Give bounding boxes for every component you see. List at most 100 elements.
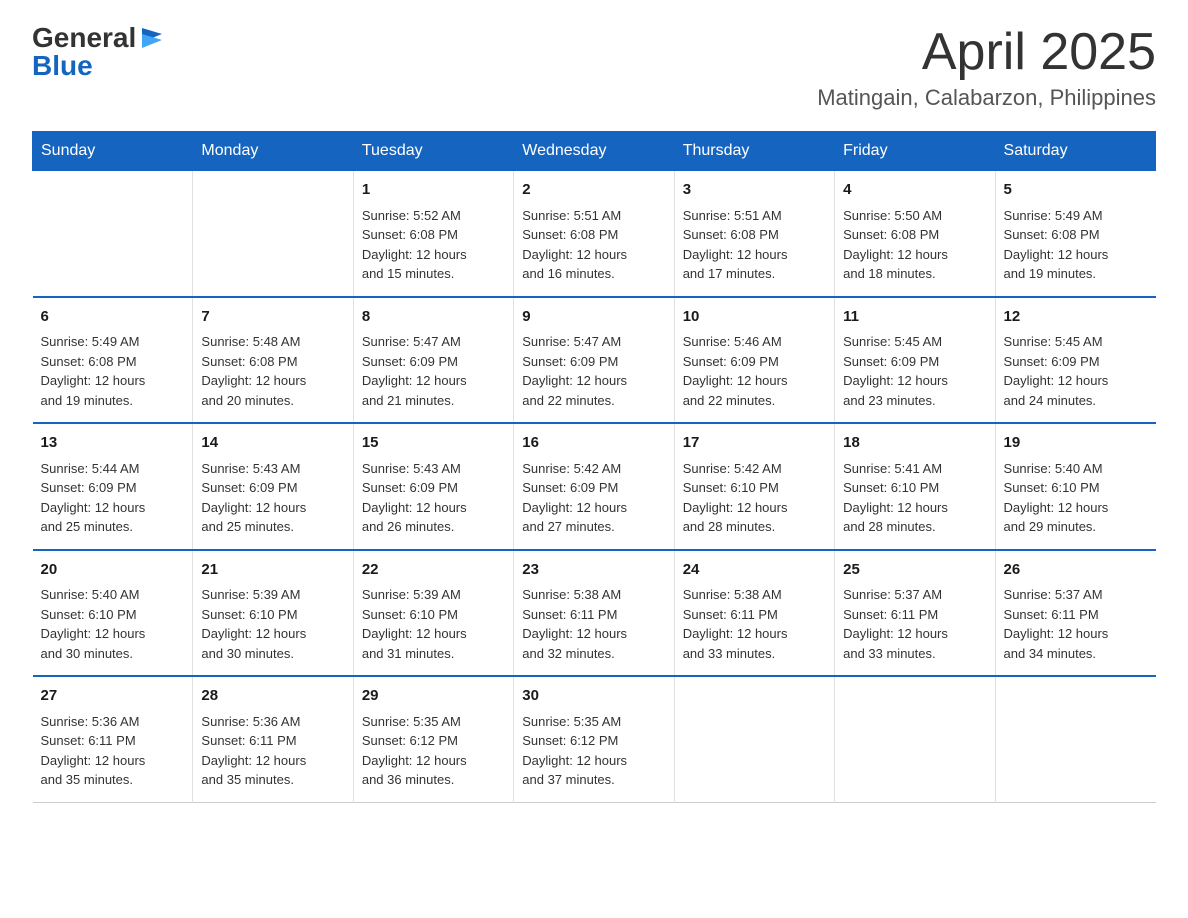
calendar-week-row: 1 Sunrise: 5:52 AM Sunset: 6:08 PM Daylig… bbox=[33, 171, 1156, 297]
day-number: 24 bbox=[683, 559, 826, 582]
calendar-day-cell: 1 Sunrise: 5:52 AM Sunset: 6:08 PM Daylig… bbox=[353, 171, 513, 297]
day-number: 15 bbox=[362, 432, 505, 455]
calendar-day-cell: 19 Sunrise: 5:40 AM Sunset: 6:10 PM Dayli… bbox=[995, 423, 1155, 550]
calendar-day-cell: 8 Sunrise: 5:47 AM Sunset: 6:09 PM Daylig… bbox=[353, 297, 513, 424]
calendar-day-cell: 20Sunrise: 5:40 AM Sunset: 6:10 PM Dayli… bbox=[33, 550, 193, 677]
calendar-body: 1 Sunrise: 5:52 AM Sunset: 6:08 PM Daylig… bbox=[33, 171, 1156, 803]
calendar-week-row: 13 Sunrise: 5:44 AM Sunset: 6:09 PM Dayli… bbox=[33, 423, 1156, 550]
title-block: April 2025 Matingain, Calabarzon, Philip… bbox=[817, 24, 1156, 111]
day-info: Sunrise: 5:46 AM Sunset: 6:09 PM Dayligh… bbox=[683, 332, 826, 410]
day-number: 23 bbox=[522, 559, 665, 582]
day-number: 1 bbox=[362, 179, 505, 202]
day-number: 26 bbox=[1004, 559, 1148, 582]
day-number: 6 bbox=[41, 306, 185, 329]
calendar-day-cell: 2 Sunrise: 5:51 AM Sunset: 6:08 PM Daylig… bbox=[514, 171, 674, 297]
day-number: 12 bbox=[1004, 306, 1148, 329]
day-info: Sunrise: 5:49 AM Sunset: 6:08 PM Dayligh… bbox=[1004, 206, 1148, 284]
day-of-week-header: Sunday bbox=[33, 132, 193, 171]
calendar-week-row: 27 Sunrise: 5:36 AM Sunset: 6:11 PM Dayli… bbox=[33, 676, 1156, 802]
day-number: 5 bbox=[1004, 179, 1148, 202]
page-header: General Blue April 2025 Matingain, Calab… bbox=[32, 24, 1156, 111]
day-info: Sunrise: 5:50 AM Sunset: 6:08 PM Dayligh… bbox=[843, 206, 986, 284]
calendar-day-cell: 29 Sunrise: 5:35 AM Sunset: 6:12 PM Dayli… bbox=[353, 676, 513, 802]
day-info: Sunrise: 5:43 AM Sunset: 6:09 PM Dayligh… bbox=[201, 459, 344, 537]
calendar-day-cell: 13 Sunrise: 5:44 AM Sunset: 6:09 PM Dayli… bbox=[33, 423, 193, 550]
calendar-day-cell: 30 Sunrise: 5:35 AM Sunset: 6:12 PM Dayli… bbox=[514, 676, 674, 802]
day-info: Sunrise: 5:51 AM Sunset: 6:08 PM Dayligh… bbox=[683, 206, 826, 284]
calendar-day-cell: 3Sunrise: 5:51 AM Sunset: 6:08 PM Daylig… bbox=[674, 171, 834, 297]
day-info: Sunrise: 5:35 AM Sunset: 6:12 PM Dayligh… bbox=[362, 712, 505, 790]
calendar-day-cell bbox=[995, 676, 1155, 802]
day-number: 10 bbox=[683, 306, 826, 329]
calendar-day-cell: 12 Sunrise: 5:45 AM Sunset: 6:09 PM Dayli… bbox=[995, 297, 1155, 424]
logo: General Blue bbox=[32, 24, 166, 80]
calendar-day-cell: 11Sunrise: 5:45 AM Sunset: 6:09 PM Dayli… bbox=[835, 297, 995, 424]
calendar-day-cell bbox=[835, 676, 995, 802]
day-info: Sunrise: 5:49 AM Sunset: 6:08 PM Dayligh… bbox=[41, 332, 185, 410]
day-number: 13 bbox=[41, 432, 185, 455]
calendar-day-cell: 9 Sunrise: 5:47 AM Sunset: 6:09 PM Daylig… bbox=[514, 297, 674, 424]
day-number: 25 bbox=[843, 559, 986, 582]
day-info: Sunrise: 5:47 AM Sunset: 6:09 PM Dayligh… bbox=[522, 332, 665, 410]
calendar-day-cell: 25 Sunrise: 5:37 AM Sunset: 6:11 PM Dayli… bbox=[835, 550, 995, 677]
day-info: Sunrise: 5:43 AM Sunset: 6:09 PM Dayligh… bbox=[362, 459, 505, 537]
day-number: 30 bbox=[522, 685, 665, 708]
location-title: Matingain, Calabarzon, Philippines bbox=[817, 85, 1156, 111]
day-info: Sunrise: 5:41 AM Sunset: 6:10 PM Dayligh… bbox=[843, 459, 986, 537]
calendar-week-row: 6 Sunrise: 5:49 AM Sunset: 6:08 PM Daylig… bbox=[33, 297, 1156, 424]
day-number: 11 bbox=[843, 306, 986, 329]
calendar-day-cell: 21 Sunrise: 5:39 AM Sunset: 6:10 PM Dayli… bbox=[193, 550, 353, 677]
calendar-day-cell: 17 Sunrise: 5:42 AM Sunset: 6:10 PM Dayli… bbox=[674, 423, 834, 550]
day-info: Sunrise: 5:39 AM Sunset: 6:10 PM Dayligh… bbox=[201, 585, 344, 663]
day-info: Sunrise: 5:36 AM Sunset: 6:11 PM Dayligh… bbox=[41, 712, 185, 790]
day-info: Sunrise: 5:52 AM Sunset: 6:08 PM Dayligh… bbox=[362, 206, 505, 284]
day-info: Sunrise: 5:38 AM Sunset: 6:11 PM Dayligh… bbox=[522, 585, 665, 663]
calendar-day-cell: 5 Sunrise: 5:49 AM Sunset: 6:08 PM Daylig… bbox=[995, 171, 1155, 297]
day-number: 19 bbox=[1004, 432, 1148, 455]
calendar-day-cell: 28Sunrise: 5:36 AM Sunset: 6:11 PM Dayli… bbox=[193, 676, 353, 802]
logo-blue-text: Blue bbox=[32, 52, 93, 80]
calendar-day-cell: 27 Sunrise: 5:36 AM Sunset: 6:11 PM Dayli… bbox=[33, 676, 193, 802]
calendar-day-cell: 26 Sunrise: 5:37 AM Sunset: 6:11 PM Dayli… bbox=[995, 550, 1155, 677]
day-info: Sunrise: 5:47 AM Sunset: 6:09 PM Dayligh… bbox=[362, 332, 505, 410]
day-info: Sunrise: 5:45 AM Sunset: 6:09 PM Dayligh… bbox=[1004, 332, 1148, 410]
calendar-day-cell: 4Sunrise: 5:50 AM Sunset: 6:08 PM Daylig… bbox=[835, 171, 995, 297]
day-number: 22 bbox=[362, 559, 505, 582]
calendar-day-cell: 6 Sunrise: 5:49 AM Sunset: 6:08 PM Daylig… bbox=[33, 297, 193, 424]
day-number: 9 bbox=[522, 306, 665, 329]
day-info: Sunrise: 5:40 AM Sunset: 6:10 PM Dayligh… bbox=[1004, 459, 1148, 537]
day-number: 7 bbox=[201, 306, 344, 329]
calendar-day-cell: 16Sunrise: 5:42 AM Sunset: 6:09 PM Dayli… bbox=[514, 423, 674, 550]
day-of-week-header: Wednesday bbox=[514, 132, 674, 171]
calendar-day-cell: 15 Sunrise: 5:43 AM Sunset: 6:09 PM Dayli… bbox=[353, 423, 513, 550]
day-number: 17 bbox=[683, 432, 826, 455]
day-number: 8 bbox=[362, 306, 505, 329]
day-info: Sunrise: 5:40 AM Sunset: 6:10 PM Dayligh… bbox=[41, 585, 185, 663]
day-info: Sunrise: 5:51 AM Sunset: 6:08 PM Dayligh… bbox=[522, 206, 665, 284]
day-number: 28 bbox=[201, 685, 344, 708]
calendar-header: SundayMondayTuesdayWednesdayThursdayFrid… bbox=[33, 132, 1156, 171]
day-info: Sunrise: 5:37 AM Sunset: 6:11 PM Dayligh… bbox=[1004, 585, 1148, 663]
day-number: 16 bbox=[522, 432, 665, 455]
day-number: 29 bbox=[362, 685, 505, 708]
day-of-week-header: Thursday bbox=[674, 132, 834, 171]
day-number: 18 bbox=[843, 432, 986, 455]
day-number: 2 bbox=[522, 179, 665, 202]
day-number: 21 bbox=[201, 559, 344, 582]
logo-flag-icon bbox=[138, 24, 166, 52]
calendar-day-cell: 18 Sunrise: 5:41 AM Sunset: 6:10 PM Dayli… bbox=[835, 423, 995, 550]
day-info: Sunrise: 5:42 AM Sunset: 6:10 PM Dayligh… bbox=[683, 459, 826, 537]
logo-general-text: General bbox=[32, 24, 136, 52]
day-info: Sunrise: 5:35 AM Sunset: 6:12 PM Dayligh… bbox=[522, 712, 665, 790]
day-number: 27 bbox=[41, 685, 185, 708]
calendar-week-row: 20Sunrise: 5:40 AM Sunset: 6:10 PM Dayli… bbox=[33, 550, 1156, 677]
day-number: 14 bbox=[201, 432, 344, 455]
day-info: Sunrise: 5:37 AM Sunset: 6:11 PM Dayligh… bbox=[843, 585, 986, 663]
month-title: April 2025 bbox=[817, 24, 1156, 81]
day-of-week-header: Saturday bbox=[995, 132, 1155, 171]
calendar-day-cell: 22Sunrise: 5:39 AM Sunset: 6:10 PM Dayli… bbox=[353, 550, 513, 677]
day-of-week-header: Monday bbox=[193, 132, 353, 171]
calendar-day-cell bbox=[193, 171, 353, 297]
day-info: Sunrise: 5:44 AM Sunset: 6:09 PM Dayligh… bbox=[41, 459, 185, 537]
calendar-day-cell: 24Sunrise: 5:38 AM Sunset: 6:11 PM Dayli… bbox=[674, 550, 834, 677]
